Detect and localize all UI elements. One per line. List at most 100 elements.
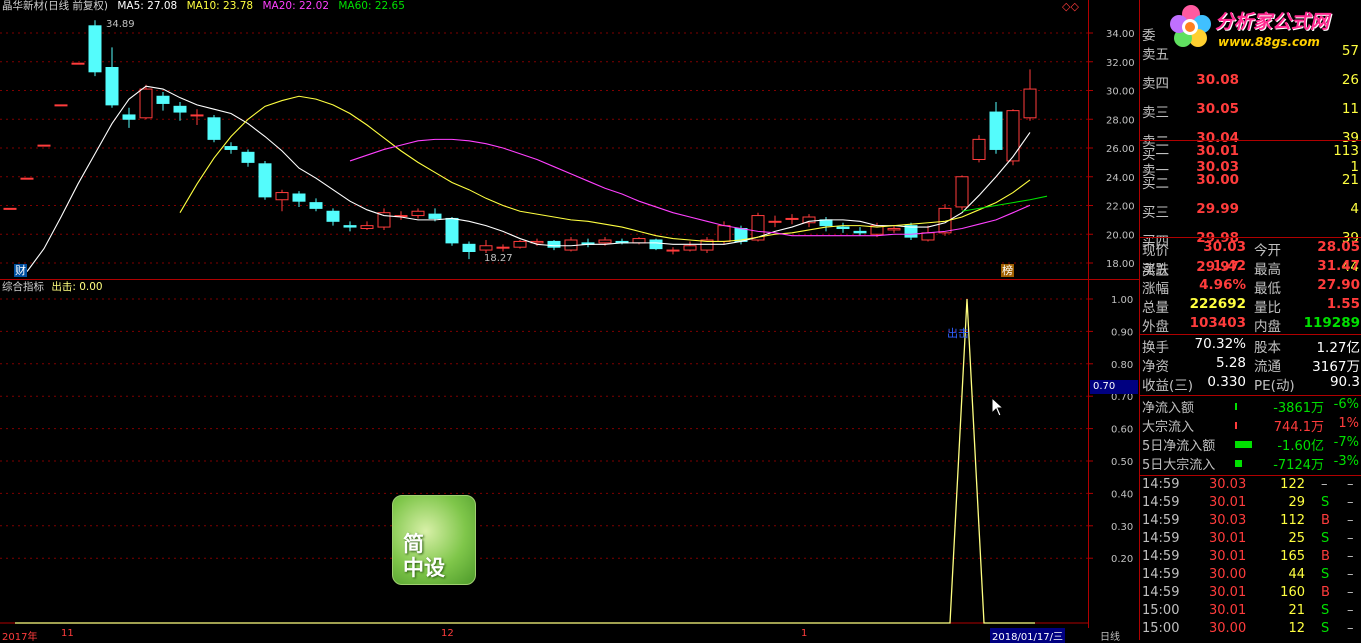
candle-body (37, 144, 51, 147)
tick-price: 30.01 (1209, 603, 1247, 618)
tick-volume: 12 (1288, 621, 1305, 636)
tick-direction: S (1321, 495, 1330, 510)
quote-panel: 委卖五 57 卖四 30.08 26 卖三 30.05 11 卖二 30.04 39 卖一 30.03 1… (1139, 0, 1361, 640)
candle-body (105, 67, 119, 106)
buy-price: 29.99 (1196, 201, 1239, 217)
fund-value: 3167万 (1312, 359, 1360, 375)
sell-level-label: 卖五 (1142, 47, 1169, 63)
fund-value: 90.3 (1329, 374, 1360, 390)
tick-direction: S (1321, 567, 1330, 582)
candle-body (275, 192, 289, 201)
candle-body (1006, 110, 1020, 162)
ma10-line (179, 95, 1031, 242)
signal-label: 出击 (947, 326, 969, 340)
candle-body (649, 239, 663, 250)
y-tick-label: 1.00 (1111, 295, 1133, 306)
flow-label: 5日净流入额 (1142, 439, 1216, 454)
stat-label: 最高 (1254, 262, 1281, 278)
tick-extra: – (1347, 603, 1354, 618)
candle-body (445, 217, 459, 244)
ma60-line (961, 195, 1048, 212)
panel-separator (1139, 475, 1361, 476)
stat-value: 222692 (1189, 296, 1246, 312)
cursor-value: 0.70 (1093, 381, 1116, 392)
cai-icon[interactable]: 财 (14, 264, 27, 277)
candle-body (258, 163, 272, 198)
candle-body (683, 245, 697, 251)
candle-body (462, 243, 476, 252)
stat-value: 27.90 (1317, 277, 1360, 293)
panel-separator (1139, 237, 1361, 238)
tick-price: 30.01 (1209, 549, 1247, 564)
buy-level-label: 买一 (1142, 147, 1169, 163)
candle-body (632, 238, 646, 244)
candle-body (54, 104, 68, 107)
candle-body (598, 239, 612, 244)
flow-pct: -3% (1333, 454, 1359, 469)
stat-label: 总量 (1142, 300, 1169, 316)
tick-volume: 21 (1288, 603, 1305, 618)
period-tab[interactable]: 日线 (1100, 628, 1120, 643)
timeline: 2017年 11 12 1 2018/01/17/三 日线 (0, 628, 1138, 643)
tick-time: 14:59 (1142, 567, 1180, 582)
flow-pct: -6% (1333, 397, 1359, 412)
tick-time: 14:59 (1142, 513, 1180, 528)
candle-body (309, 202, 323, 209)
candle-body (241, 151, 255, 163)
y-tick-label: 0.80 (1111, 360, 1133, 371)
y-tick-label: 0.20 (1111, 554, 1133, 565)
candle-body (853, 230, 867, 234)
buy-price: 30.00 (1196, 172, 1239, 188)
candle-body (972, 138, 986, 160)
buy-volume: 113 (1333, 143, 1359, 159)
tick-direction: B (1321, 549, 1330, 564)
flow-label: 大宗流入 (1142, 420, 1195, 435)
panel-separator (1139, 334, 1361, 335)
axis-divider (1088, 0, 1089, 628)
candle-body (88, 25, 102, 73)
kline-chart[interactable]: 34.00 32.00 30.00 28.00 26.00 24.00 22.00 20.00… (0, 0, 1140, 640)
fund-value: 70.32% (1194, 336, 1246, 352)
candle-body (785, 217, 799, 220)
stat-value: 4.96% (1199, 277, 1246, 293)
y-tick-label: 0.50 (1111, 457, 1133, 468)
flow-value: -3861万 (1273, 401, 1324, 416)
jianzhongshe-logo: 简 中设 (392, 495, 476, 585)
fund-value: 1.27亿 (1316, 340, 1360, 356)
tick-price: 30.01 (1209, 531, 1247, 546)
flow-label: 净流入额 (1142, 401, 1195, 416)
stat-label: 量比 (1254, 300, 1281, 316)
stat-value: 30.03 (1203, 239, 1246, 255)
y-tick-label: 0.90 (1111, 327, 1133, 338)
y-tick-label: 34.00 (1106, 29, 1135, 40)
tick-time: 14:59 (1142, 477, 1180, 492)
brand-banner[interactable]: 分析家公式网 www.88gs.com (1168, 2, 1361, 52)
flow-bar (1235, 460, 1243, 467)
tick-direction: S (1321, 531, 1330, 546)
tick-volume: 160 (1280, 585, 1305, 600)
candle-body (836, 226, 850, 229)
tick-direction: – (1321, 477, 1328, 492)
buy-volume: 4 (1350, 201, 1359, 217)
candle-body (20, 177, 34, 180)
fund-value: 5.28 (1215, 355, 1246, 371)
candle-body (921, 232, 935, 241)
flow-pct: -7% (1333, 435, 1359, 450)
candle-body (411, 210, 425, 217)
bang-icon[interactable]: 榜 (1001, 264, 1014, 277)
tick-extra: – (1347, 585, 1354, 600)
tick-time: 14:59 (1142, 495, 1180, 510)
flow-pct: 1% (1338, 416, 1359, 431)
stat-value: 103403 (1189, 315, 1246, 331)
stat-value: 1.55 (1326, 296, 1360, 312)
candle-body (955, 176, 969, 208)
flow-bar (1235, 441, 1252, 448)
sell-volume: 11 (1341, 101, 1359, 117)
tick-volume: 44 (1288, 567, 1305, 582)
panel-separator (1139, 140, 1361, 141)
tick-extra: – (1347, 549, 1354, 564)
buy-price: 30.01 (1196, 143, 1239, 159)
y-tick-label: 26.00 (1106, 144, 1135, 155)
tick-direction: B (1321, 585, 1330, 600)
order-book-label: 委 (1142, 28, 1156, 44)
